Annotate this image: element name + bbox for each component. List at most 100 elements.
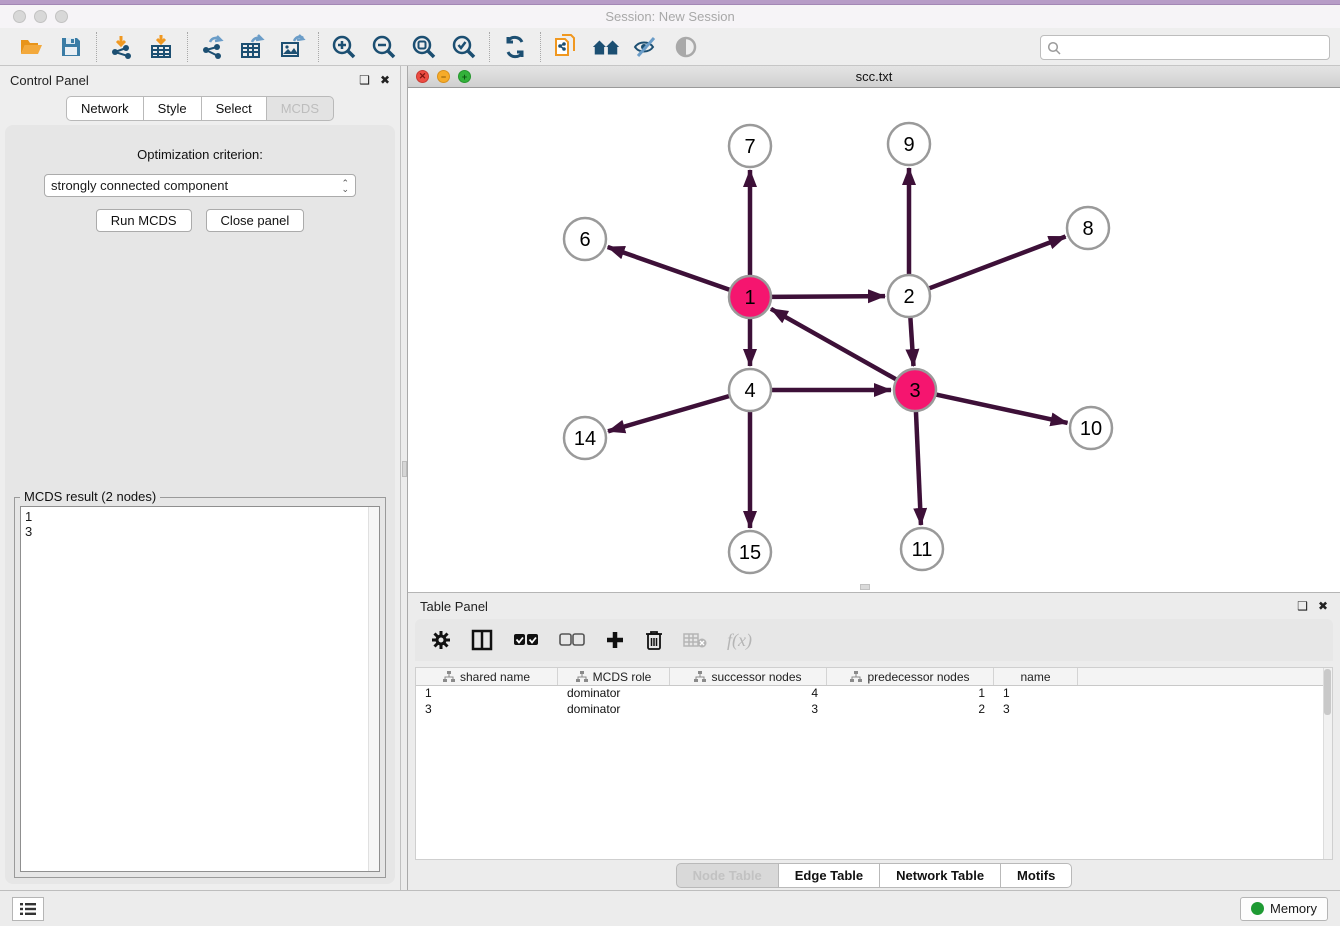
refresh-layout-icon[interactable] [500,32,530,62]
graph-edge-3-11[interactable] [916,411,921,525]
table-scrollbar[interactable] [1323,668,1332,859]
export-table-icon[interactable] [238,32,268,62]
table-row[interactable]: 3dominator323 [416,702,1332,718]
graph-node-8[interactable]: 8 [1067,207,1109,249]
table-scrollbar-thumb[interactable] [1324,669,1331,715]
cell-successor-nodes[interactable]: 3 [670,702,827,718]
column-header-MCDS-role[interactable]: MCDS role [558,668,670,685]
export-image-icon[interactable] [278,32,308,62]
search-box[interactable] [1040,35,1330,60]
cell-predecessor-nodes[interactable]: 2 [827,702,994,718]
cell-MCDS-role[interactable]: dominator [558,686,670,702]
zoom-in-icon[interactable] [329,32,359,62]
table-panel: Table Panel ❑ ✖ [408,592,1340,890]
import-network-icon[interactable] [107,32,137,62]
graph-node-6[interactable]: 6 [564,218,606,260]
graph-edge-1-6[interactable] [608,247,731,290]
cell-name[interactable]: 1 [994,686,1078,702]
apply-function-icon[interactable]: f(x) [727,630,752,651]
window-titlebar: Session: New Session [0,5,1340,28]
status-bar: Memory [0,890,1340,926]
divider-handle[interactable] [402,461,407,477]
add-row-icon[interactable] [605,630,625,650]
close-panel-button[interactable]: Close panel [206,209,305,232]
deselect-all-icon[interactable] [559,633,585,647]
graph-node-14[interactable]: 14 [564,417,606,459]
cell-MCDS-role[interactable]: dominator [558,702,670,718]
cell-predecessor-nodes[interactable]: 1 [827,686,994,702]
save-session-icon[interactable] [56,32,86,62]
close-table-panel-icon[interactable]: ✖ [1318,600,1328,612]
float-table-panel-icon[interactable]: ❑ [1297,600,1308,612]
import-table-icon[interactable] [147,32,177,62]
column-header-successor-nodes[interactable]: successor nodes [670,668,827,685]
graph-edge-2-8[interactable] [929,237,1066,289]
zoom-fit-icon[interactable] [409,32,439,62]
graph-edge-3-10[interactable] [936,394,1068,423]
select-all-icon[interactable] [513,633,539,647]
table-panel-title: Table Panel [420,599,488,614]
run-mcds-button[interactable]: Run MCDS [96,209,192,232]
cell-shared-name[interactable]: 3 [416,702,558,718]
tab-edge-table[interactable]: Edge Table [778,863,879,888]
delete-table-icon[interactable] [683,632,707,648]
svg-text:7: 7 [744,136,755,158]
column-settings-icon[interactable] [431,630,451,650]
svg-text:9: 9 [903,134,914,156]
network-window-titlebar[interactable]: ✕ − + scc.txt [408,66,1340,88]
graph-node-11[interactable]: 11 [901,528,943,570]
mcds-result-text[interactable]: 1 3 [20,506,380,872]
canvas-resize-grip[interactable] [860,584,870,590]
close-panel-icon[interactable]: ✖ [380,74,390,86]
table-row[interactable]: 1dominator411 [416,686,1332,702]
first-neighbors-icon[interactable] [591,32,621,62]
network-window-title: scc.txt [408,69,1340,84]
tab-motifs[interactable]: Motifs [1000,863,1072,888]
task-history-button[interactable] [12,897,44,921]
tab-mcds[interactable]: MCDS [266,96,334,121]
tab-network[interactable]: Network [66,96,143,121]
graph-node-4[interactable]: 4 [729,369,771,411]
graph-edge-2-3[interactable] [910,317,913,366]
column-header-predecessor-nodes[interactable]: predecessor nodes [827,668,994,685]
graph-node-9[interactable]: 9 [888,123,930,165]
column-header-name[interactable]: name [994,668,1078,685]
memory-button[interactable]: Memory [1240,897,1328,921]
graph-node-3[interactable]: 3 [894,369,936,411]
tab-select[interactable]: Select [201,96,266,121]
show-graphics-details-icon[interactable] [671,32,701,62]
hide-selection-icon[interactable] [631,32,661,62]
panel-divider[interactable] [400,66,407,890]
cell-successor-nodes[interactable]: 4 [670,686,827,702]
graph-node-1[interactable]: 1 [729,276,771,318]
search-input[interactable] [1061,41,1323,55]
graph-node-2[interactable]: 2 [888,275,930,317]
tab-node-table[interactable]: Node Table [676,863,778,888]
cell-name[interactable]: 3 [994,702,1078,718]
graph-edge-3-1[interactable] [771,309,897,380]
zoom-selected-icon[interactable] [449,32,479,62]
network-canvas[interactable]: 7 9 6 8 1 2 4 3 14 10 15 11 [408,88,1340,592]
tree-icon [694,671,706,683]
main-toolbar [0,28,1340,66]
zoom-out-icon[interactable] [369,32,399,62]
tab-network-table[interactable]: Network Table [879,863,1000,888]
graph-node-7[interactable]: 7 [729,125,771,167]
cell-shared-name[interactable]: 1 [416,686,558,702]
graph-node-15[interactable]: 15 [729,531,771,573]
tab-style[interactable]: Style [143,96,201,121]
export-network-icon[interactable] [198,32,228,62]
clone-network-icon[interactable] [551,32,581,62]
graph-edge-4-14[interactable] [608,396,730,431]
graph-node-10[interactable]: 10 [1070,407,1112,449]
result-scrollbar[interactable] [368,507,379,871]
tree-icon [443,671,455,683]
delete-row-icon[interactable] [645,630,663,651]
column-layout-icon[interactable] [471,629,493,651]
svg-text:15: 15 [739,542,761,564]
optimization-criterion-dropdown[interactable]: strongly connected component ⌃⌄ [44,174,356,197]
float-panel-icon[interactable]: ❑ [359,74,370,86]
open-session-icon[interactable] [16,32,46,62]
graph-edge-1-2[interactable] [771,296,885,297]
column-header-shared-name[interactable]: shared name [416,668,558,685]
